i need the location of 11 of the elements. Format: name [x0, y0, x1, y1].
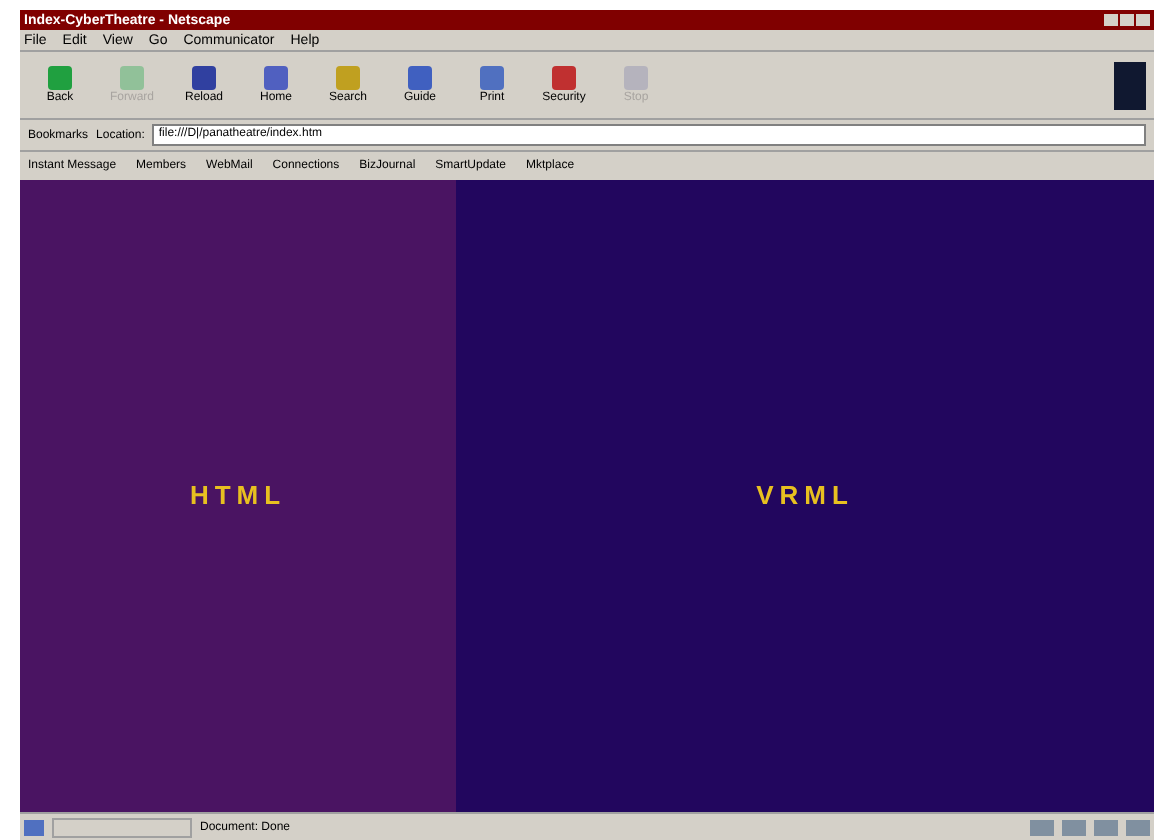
- toolbar-icon: [336, 66, 360, 90]
- toolbar-icon: [48, 66, 72, 90]
- toolbar-icon: [120, 66, 144, 90]
- toolbar-icon: [552, 66, 576, 90]
- toolbar-icon: [264, 66, 288, 90]
- toolbar-icon: [408, 66, 432, 90]
- toolbar-icon: [192, 66, 216, 90]
- frame-link[interactable]: VRML: [756, 476, 854, 516]
- toolbar-icon: [624, 66, 648, 90]
- toolbar-icon: [480, 66, 504, 90]
- frame-link[interactable]: HTML: [189, 476, 287, 516]
